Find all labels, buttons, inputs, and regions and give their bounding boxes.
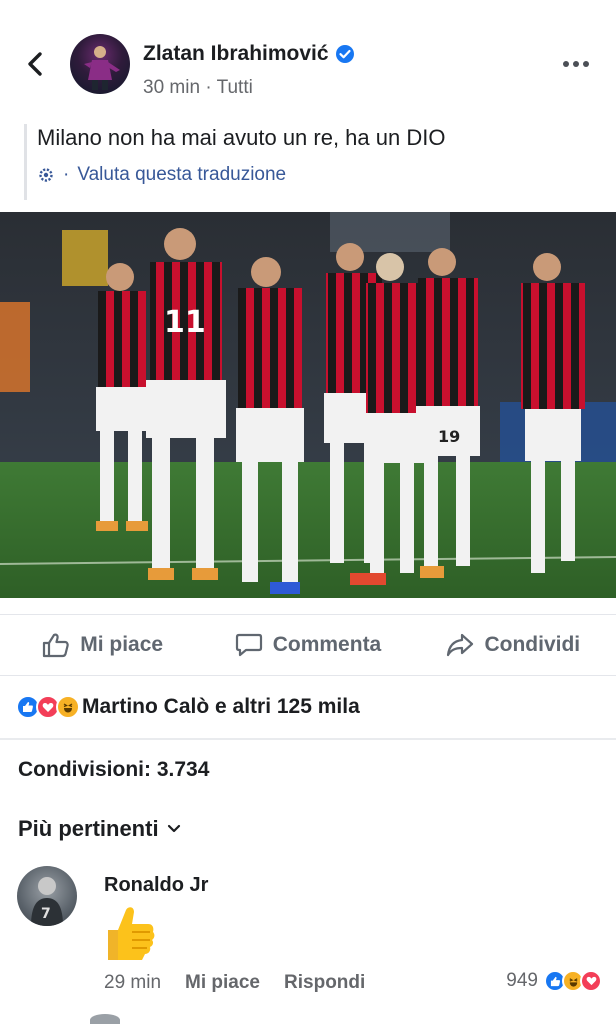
comment-meta: 29 min Mi piace Rispondi xyxy=(104,972,365,994)
post-meta: 30 min · Tutti xyxy=(143,77,253,99)
chevron-down-icon xyxy=(167,824,180,833)
sort-label: Più pertinenti xyxy=(18,816,159,841)
translate-separator: · xyxy=(63,164,70,185)
section-divider xyxy=(0,738,616,740)
comment-author[interactable]: Ronaldo Jr xyxy=(104,874,208,897)
translate-link[interactable]: · Valuta questa traduzione xyxy=(37,164,594,186)
share-label: Condividi xyxy=(484,633,581,656)
translate-label: Valuta questa traduzione xyxy=(77,164,287,185)
author-name[interactable]: Zlatan Ibrahimović xyxy=(143,42,355,66)
reactions-summary[interactable]: Martino Calò e altri 125 mila xyxy=(16,690,360,724)
back-button[interactable] xyxy=(20,46,50,82)
comment-icon xyxy=(235,633,262,657)
like-button[interactable]: Mi piace xyxy=(0,615,205,675)
more-options-button[interactable] xyxy=(558,52,594,76)
comment-avatar[interactable]: 7 xyxy=(17,866,77,926)
love-icon xyxy=(580,970,602,992)
post-header: Zlatan Ibrahimović 30 min · Tutti xyxy=(0,24,616,104)
share-icon xyxy=(447,633,474,657)
post-time[interactable]: 30 min xyxy=(143,77,200,98)
comment-button[interactable]: Commenta xyxy=(205,615,410,675)
comment-like-button[interactable]: Mi piace xyxy=(185,972,260,994)
comment-time: 29 min xyxy=(104,972,162,993)
chevron-left-icon xyxy=(28,52,42,76)
comment-reactions[interactable]: 949 xyxy=(506,970,602,992)
thumbs-up-emoji-icon xyxy=(102,904,158,964)
meta-separator: · xyxy=(205,77,212,98)
comment-reaction-count: 949 xyxy=(506,970,538,991)
like-label: Mi piace xyxy=(80,633,164,656)
team-celebration-image: 11 19 xyxy=(0,212,616,598)
share-button[interactable]: Condividi xyxy=(411,615,616,675)
commenter-photo: 7 xyxy=(31,877,63,926)
svg-text:11: 11 xyxy=(164,305,206,340)
shares-count[interactable]: Condivisioni: 3.734 xyxy=(18,758,209,782)
post-audience: Tutti xyxy=(216,77,253,98)
comment-reply-button[interactable]: Rispondi xyxy=(284,972,365,994)
reaction-icons xyxy=(16,695,80,719)
ellipsis-icon xyxy=(563,61,589,67)
verified-badge-icon xyxy=(335,45,354,63)
thumbs-up-icon xyxy=(43,633,69,658)
reactions-text: Martino Calò e altri 125 mila xyxy=(82,695,360,718)
comment-reaction-icons xyxy=(544,970,602,992)
post-body: Milano non ha mai avuto un re, ha un DIO… xyxy=(24,124,594,200)
comment-sort-dropdown[interactable]: Più pertinenti xyxy=(18,816,181,842)
haha-icon xyxy=(56,695,80,719)
status-strip xyxy=(0,0,616,8)
comment-label: Commenta xyxy=(272,633,382,656)
next-comment-avatar xyxy=(90,1014,120,1024)
gear-icon xyxy=(39,168,53,182)
post-photo[interactable]: 11 19 xyxy=(0,212,616,598)
svg-text:7: 7 xyxy=(41,906,51,922)
svg-text:19: 19 xyxy=(438,427,460,446)
post-text: Milano non ha mai avuto un re, ha un DIO xyxy=(37,125,446,150)
post-action-bar: Mi piace Commenta Condividi xyxy=(0,614,616,676)
avatar-photo xyxy=(84,46,120,90)
author-name-text: Zlatan Ibrahimović xyxy=(143,42,329,65)
author-avatar[interactable] xyxy=(70,34,130,94)
